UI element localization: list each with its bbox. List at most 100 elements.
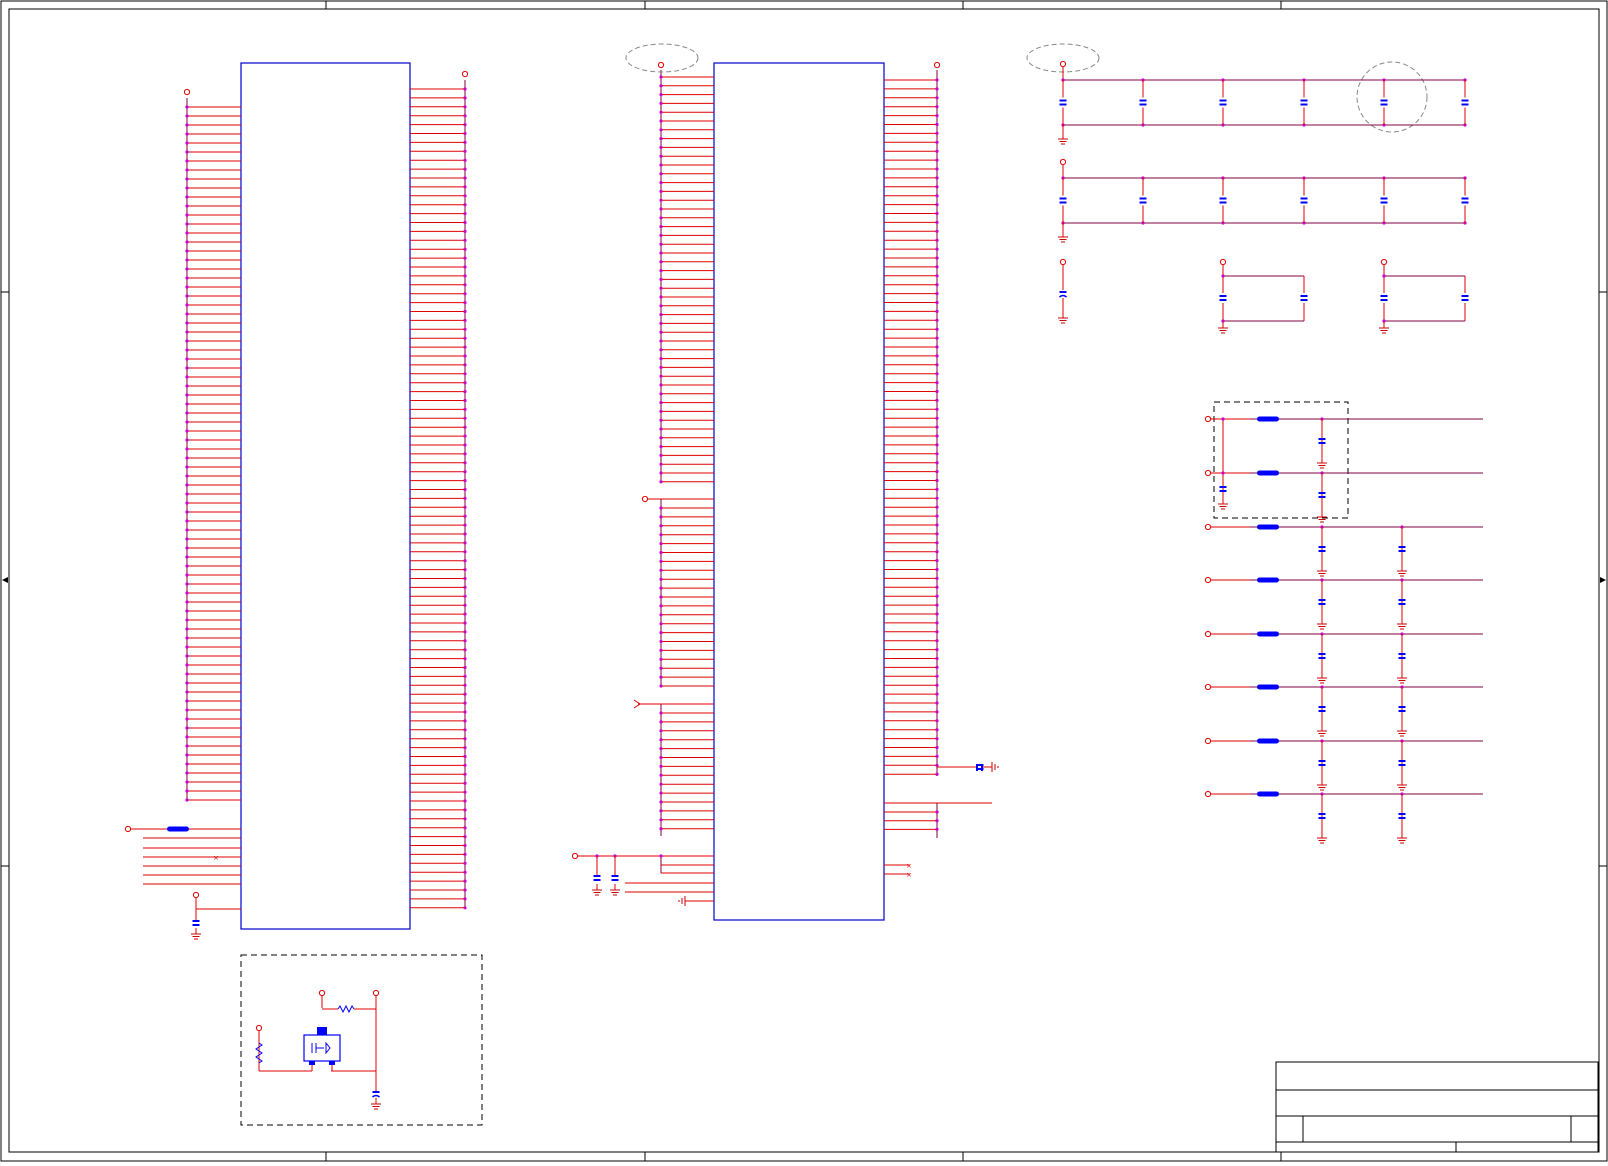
- junction-dot: [463, 416, 467, 420]
- junction-dot: [659, 365, 663, 369]
- junction-dot: [463, 212, 467, 216]
- junction-dot: [935, 576, 939, 581]
- junction-dot: [935, 737, 939, 741]
- junction-dot: [659, 101, 663, 105]
- cap-plate: [1300, 295, 1308, 297]
- junction-dot: [935, 416, 939, 420]
- junction-dot: [935, 78, 939, 82]
- junction-dot: [463, 576, 467, 581]
- junction-dot: [659, 207, 663, 211]
- cap-plate: [1398, 546, 1406, 548]
- cap-plate: [593, 879, 601, 881]
- junction-dot: [463, 585, 467, 590]
- cap-plate: [1398, 653, 1406, 655]
- port-circle: [571, 852, 579, 860]
- junction-dot: [659, 277, 663, 281]
- junction-dot: [659, 622, 663, 626]
- junction-dot: [463, 737, 467, 741]
- junction-dot: [659, 648, 663, 653]
- junction-dot: [935, 363, 939, 367]
- junction-dot: [659, 577, 663, 581]
- junction-dot: [463, 701, 467, 705]
- cap-plate: [1461, 295, 1469, 297]
- junction-dot: [659, 233, 663, 237]
- port-circle: [372, 989, 380, 997]
- no-connect-mark: ×: [906, 862, 912, 870]
- junction-dot: [463, 336, 467, 340]
- junction-dot: [1221, 417, 1225, 421]
- cap-plate: [1219, 99, 1227, 102]
- junction-dot: [185, 420, 189, 424]
- junction-dot: [463, 710, 467, 714]
- junction-dot: [463, 158, 467, 162]
- ic-u2-body: [713, 62, 885, 921]
- junction-dot: [659, 383, 663, 387]
- junction-dot: [463, 345, 467, 349]
- junction-dot: [659, 357, 663, 361]
- junction-dot: [935, 701, 939, 705]
- junction-dot: [935, 470, 939, 474]
- junction-dot: [463, 220, 467, 225]
- cap-gap: [1220, 97, 1226, 108]
- junction-dot: [1382, 274, 1386, 278]
- junction-dot: [935, 389, 939, 394]
- junction-dot: [185, 429, 189, 433]
- cap-plate: [1318, 603, 1326, 605]
- junction-dot: [463, 363, 467, 367]
- port-circle: [1059, 258, 1067, 266]
- junction-dot: [659, 684, 663, 688]
- cap-gap: [1462, 97, 1468, 108]
- junction-dot: [659, 313, 663, 317]
- ic-u1-body: [240, 62, 411, 930]
- junction-dot: [185, 465, 189, 469]
- junction-dot: [463, 559, 467, 563]
- cap-plate: [1219, 486, 1227, 488]
- cap-gap: [1140, 97, 1146, 108]
- junction-dot: [659, 462, 663, 466]
- port-circle: [1059, 60, 1067, 68]
- junction-dot: [185, 231, 189, 235]
- junction-dot: [935, 496, 939, 500]
- junction-dot: [185, 600, 189, 604]
- junction-dot: [659, 550, 663, 555]
- junction-dot: [935, 550, 939, 554]
- cap-plate: [1398, 760, 1406, 762]
- junction-dot: [185, 546, 189, 550]
- cap-plate: [1300, 103, 1308, 106]
- junction-dot: [185, 627, 189, 631]
- junction-dot: [935, 300, 939, 305]
- junction-dot: [463, 683, 467, 687]
- junction-dot: [185, 681, 189, 685]
- junction-dot: [185, 726, 189, 730]
- junction-dot: [463, 443, 467, 447]
- junction-dot: [935, 105, 939, 109]
- junction-dot: [659, 631, 663, 635]
- decoupling-capacitors: [1058, 60, 1469, 334]
- junction-dot: [463, 167, 467, 171]
- cap-plate: [1300, 197, 1308, 200]
- junction-dot: [935, 665, 939, 670]
- junction-dot: [185, 159, 189, 163]
- schematic-canvas: ×××: [0, 0, 1608, 1162]
- cap-plate: [1461, 299, 1469, 301]
- junction-dot: [185, 717, 189, 721]
- junction-dot: [185, 114, 189, 118]
- junction-dot: [935, 256, 939, 260]
- junction-dot: [185, 303, 189, 307]
- junction-dot: [659, 110, 663, 114]
- junction-dot: [463, 487, 467, 492]
- zone-arrow: [2, 577, 8, 583]
- ferrite-bead: [1257, 684, 1279, 690]
- junction-dot: [659, 809, 663, 813]
- ferrite-bead: [1257, 791, 1279, 797]
- cap-gap: [1381, 195, 1387, 206]
- junction-dot: [659, 409, 663, 413]
- cap-gap: [1381, 97, 1387, 108]
- junction-dot: [935, 754, 939, 759]
- junction-dot: [185, 375, 189, 379]
- cap-plate: [1219, 197, 1227, 200]
- junction-dot: [659, 827, 663, 831]
- junction-dot: [935, 354, 939, 358]
- junction-dot: [935, 407, 939, 411]
- junction-dot: [659, 480, 663, 484]
